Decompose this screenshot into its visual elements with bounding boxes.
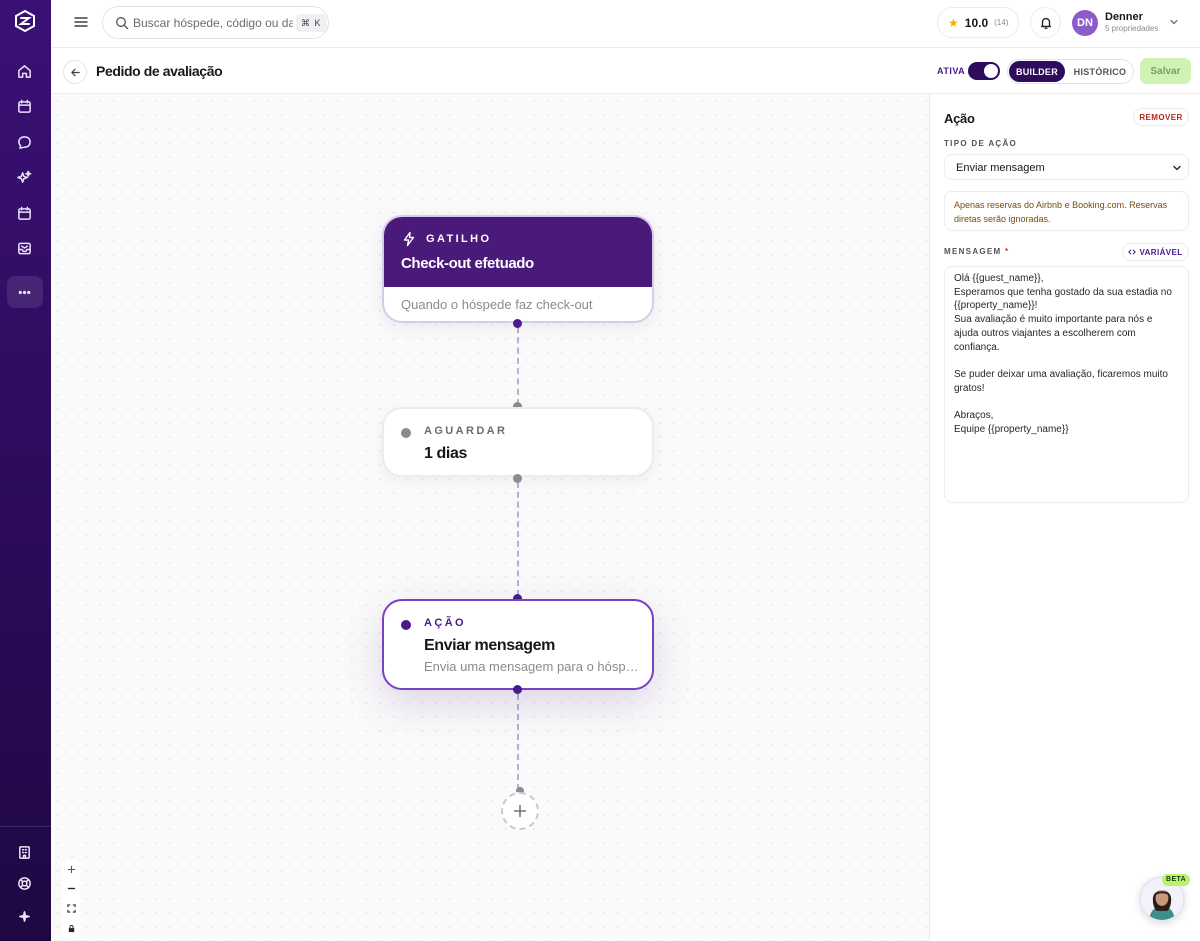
tab-history[interactable]: HISTÓRICO xyxy=(1068,61,1132,82)
star-icon: ★ xyxy=(948,15,959,30)
panel-title: Ação xyxy=(944,111,975,126)
chat-icon[interactable] xyxy=(14,132,34,152)
trigger-kicker: GATILHO xyxy=(426,233,492,245)
fit-view-icon[interactable] xyxy=(62,899,80,917)
insert-variable-button[interactable]: VARIÁVEL xyxy=(1122,243,1189,261)
wait-kicker: AGUARDAR xyxy=(424,425,508,437)
beta-badge: BETA xyxy=(1162,874,1191,886)
message-label: MENSAGEM * xyxy=(944,247,1009,256)
trigger-description: Quando o hóspede faz check-out xyxy=(401,297,593,312)
rating-count: (14) xyxy=(994,18,1009,27)
insert-variable-label: VARIÁVEL xyxy=(1139,247,1183,257)
sidebar xyxy=(0,0,51,941)
user-name[interactable]: Denner xyxy=(1105,11,1143,23)
calendar-alt-icon[interactable] xyxy=(14,203,34,223)
action-panel: Ação REMOVER TIPO DE AÇÃO Enviar mensage… xyxy=(929,94,1200,941)
wait-node[interactable]: AGUARDAR 1 dias xyxy=(382,407,654,477)
tab-builder[interactable]: BUILDER xyxy=(1009,61,1065,82)
home-icon[interactable] xyxy=(14,61,34,81)
search-input[interactable] xyxy=(133,13,293,33)
star-icon[interactable] xyxy=(14,906,34,926)
plus-icon xyxy=(513,804,527,818)
trigger-title: Check-out efetuado xyxy=(401,255,534,272)
connection-handle[interactable] xyxy=(513,685,522,694)
page-header: Pedido de avaliação ATIVA BUILDER HISTÓR… xyxy=(51,48,1200,94)
zoom-out-icon[interactable] xyxy=(62,879,80,897)
rating-badge[interactable]: ★ 10.0 (14) xyxy=(937,7,1019,38)
page-title: Pedido de avaliação xyxy=(96,63,223,79)
flow-canvas[interactable]: GATILHO Check-out efetuado Quando o hósp… xyxy=(51,94,929,941)
wait-indicator xyxy=(401,428,411,438)
arrow-left-icon xyxy=(70,68,80,76)
search-shortcut: ⌘ K xyxy=(296,14,327,32)
chevron-down-icon[interactable] xyxy=(1168,16,1180,28)
brand-logo[interactable] xyxy=(14,10,36,32)
action-kicker: AÇÃO xyxy=(424,617,466,629)
add-step-button[interactable] xyxy=(501,792,539,830)
connection-handle[interactable] xyxy=(513,319,522,328)
menu-icon[interactable] xyxy=(73,14,89,30)
message-label-text: MENSAGEM xyxy=(944,247,1002,256)
action-type-value: Enviar mensagem xyxy=(956,162,1045,174)
back-button[interactable] xyxy=(63,60,87,84)
bell-icon xyxy=(1040,17,1051,29)
action-type-label: TIPO DE AÇÃO xyxy=(944,139,1018,148)
save-button[interactable]: Salvar xyxy=(1140,58,1191,84)
action-title: Enviar mensagem xyxy=(424,637,555,654)
action-indicator xyxy=(401,620,411,630)
chevron-down-icon xyxy=(1173,165,1181,171)
lock-icon[interactable] xyxy=(62,919,80,937)
sparkles-icon[interactable] xyxy=(14,167,34,187)
wait-title: 1 dias xyxy=(424,445,467,462)
remove-button[interactable]: REMOVER xyxy=(1133,108,1189,126)
message-textarea[interactable] xyxy=(944,266,1189,503)
action-node[interactable]: AÇÃO Enviar mensagem Envia uma mensagem … xyxy=(382,599,654,690)
more-icon[interactable] xyxy=(14,282,34,302)
trigger-node-header: GATILHO Check-out efetuado xyxy=(384,217,652,287)
active-label: ATIVA xyxy=(937,66,966,76)
avatar[interactable]: DN xyxy=(1072,10,1098,36)
action-description: Envia uma mensagem para o hóspede xyxy=(424,659,644,674)
notifications-button[interactable] xyxy=(1030,7,1061,38)
topbar: ⌘ K ★ 10.0 (14) DN Denner 5 propriedades xyxy=(51,0,1200,48)
calendar-icon[interactable] xyxy=(14,96,34,116)
connector-line xyxy=(517,327,519,405)
zoom-controls xyxy=(62,860,80,938)
help-icon[interactable] xyxy=(14,873,34,893)
connector-line xyxy=(517,694,519,790)
user-properties: 5 propriedades xyxy=(1105,24,1159,33)
action-type-select[interactable]: Enviar mensagem xyxy=(944,154,1189,180)
zoom-in-icon[interactable] xyxy=(62,860,80,878)
search-icon xyxy=(116,17,129,30)
code-icon xyxy=(1128,249,1137,255)
lightning-icon xyxy=(403,231,415,247)
sidebar-divider xyxy=(0,826,51,827)
view-switcher: BUILDER HISTÓRICO xyxy=(1007,59,1134,84)
connection-handle[interactable] xyxy=(513,474,522,483)
required-mark: * xyxy=(1005,247,1010,256)
inbox-icon[interactable] xyxy=(14,238,34,258)
trigger-node[interactable]: GATILHO Check-out efetuado Quando o hósp… xyxy=(382,215,654,323)
search-bar[interactable]: ⌘ K xyxy=(102,6,329,39)
channel-notice: Apenas reservas do Airbnb e Booking.com.… xyxy=(944,191,1189,231)
toggle-knob xyxy=(984,64,998,78)
building-icon[interactable] xyxy=(14,842,34,862)
active-toggle[interactable] xyxy=(968,62,1000,80)
connector-line xyxy=(517,482,519,596)
rating-score: 10.0 xyxy=(964,15,989,30)
